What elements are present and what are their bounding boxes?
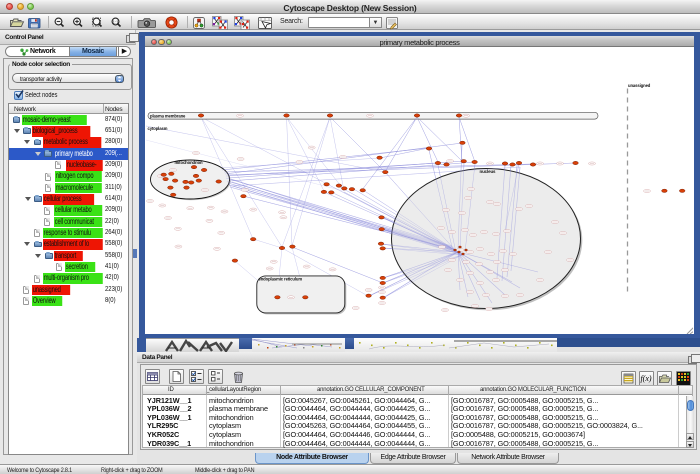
svg-text:1:1: 1:1 (113, 19, 119, 24)
svg-text:mitochondrion: mitochondrion (175, 160, 204, 165)
svg-text:nucleus: nucleus (480, 169, 497, 174)
svg-text:plasma membrane: plasma membrane (150, 114, 186, 119)
svg-text:unassigned: unassigned (628, 83, 651, 88)
svg-text:endoplasmic reticulum: endoplasmic reticulum (259, 276, 303, 281)
svg-text:cytoplasm: cytoplasm (148, 126, 168, 131)
